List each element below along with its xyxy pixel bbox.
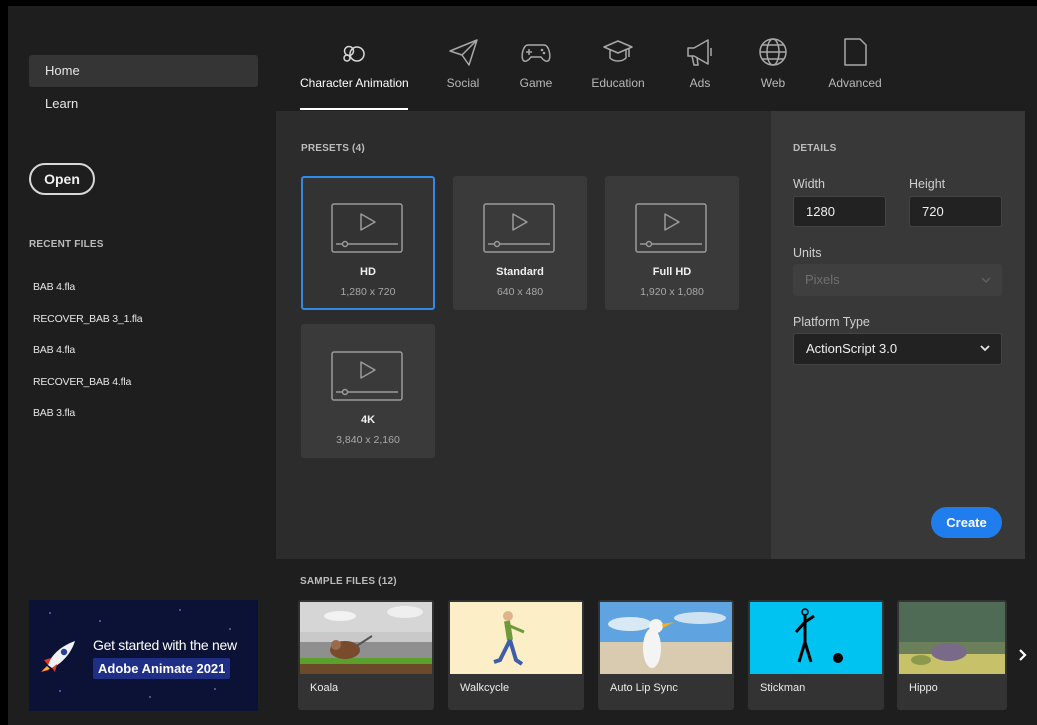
paper-plane-icon [449, 39, 478, 66]
chevron-right-icon[interactable] [1015, 646, 1031, 664]
platform-type-value: ActionScript 3.0 [806, 341, 898, 356]
tab-label: Social [446, 76, 480, 90]
sample-label: Koala [310, 682, 339, 694]
rocket-icon [41, 641, 75, 672]
recent-files-list: BAB 4.fla RECOVER_BAB 3_1.fla BAB 4.fla … [33, 281, 143, 439]
tab-label: Ads [689, 76, 711, 90]
tab-social[interactable]: Social [443, 36, 483, 110]
platform-type-label: Platform Type [793, 315, 870, 329]
tab-education[interactable]: Education [588, 36, 648, 110]
tab-game[interactable]: Game [516, 36, 556, 110]
video-preset-icon [331, 351, 403, 401]
presets-title: PRESETS (4) [301, 143, 365, 154]
preset-name: 4K [360, 414, 376, 426]
preset-card-hd[interactable]: HD 1,280 x 720 [301, 176, 435, 310]
chevron-down-icon [980, 345, 990, 352]
recent-file-item[interactable]: BAB 4.fla [33, 281, 142, 313]
auto-lip-sync-thumbnail [600, 602, 732, 674]
units-label: Units [793, 246, 822, 260]
document-icon [844, 38, 867, 66]
height-label: Height [909, 177, 946, 191]
open-button[interactable]: Open [29, 163, 95, 195]
sample-files-title: SAMPLE FILES (12) [300, 576, 397, 587]
preset-card-full-hd[interactable]: Full HD 1,920 x 1,080 [605, 176, 739, 310]
promo-product: Adobe Animate 2021 [93, 658, 231, 679]
recent-files-title: RECENT FILES [29, 239, 104, 250]
tab-label: Advanced [828, 76, 882, 90]
sample-label: Walkcycle [460, 682, 510, 694]
sample-card-stickman[interactable]: Stickman [748, 600, 884, 710]
recent-file-item[interactable]: RECOVER_BAB 4.fla [33, 376, 142, 408]
preset-card-4k[interactable]: 4K 3,840 x 2,160 [301, 324, 435, 458]
preset-size: 640 x 480 [496, 286, 544, 298]
walkcycle-thumbnail [450, 602, 582, 674]
details-title: DETAILS [793, 143, 837, 154]
sample-label: Hippo [909, 682, 938, 694]
video-preset-icon [483, 203, 555, 253]
tab-ads[interactable]: Ads [683, 36, 717, 110]
units-select: Pixels [793, 264, 1002, 296]
megaphone-icon [687, 39, 712, 66]
sample-card-koala[interactable]: Koala [298, 600, 434, 710]
preset-card-standard[interactable]: Standard 640 x 480 [453, 176, 587, 310]
koala-thumbnail [300, 602, 432, 674]
sample-card-auto-lip-sync[interactable]: Auto Lip Sync [598, 600, 734, 710]
chevron-down-icon [981, 277, 991, 284]
tab-label: Game [519, 76, 553, 90]
promo-text: Get started with the new [93, 637, 237, 653]
preset-size: 3,840 x 2,160 [336, 434, 400, 446]
sample-card-hippo[interactable]: Hippo [897, 600, 1007, 710]
sample-label: Auto Lip Sync [610, 682, 678, 694]
width-label: Width [793, 177, 825, 191]
preset-name: HD [360, 266, 376, 278]
width-input[interactable] [793, 196, 886, 227]
stickman-thumbnail [750, 602, 882, 674]
sample-label: Stickman [760, 682, 806, 694]
nav-learn[interactable]: Learn [29, 88, 258, 120]
tab-label: Education [591, 76, 645, 90]
preset-size: 1,920 x 1,080 [640, 286, 704, 298]
preset-size: 1,280 x 720 [340, 286, 396, 298]
height-input[interactable] [909, 196, 1002, 227]
graduation-cap-icon [603, 40, 633, 62]
tab-character-animation[interactable]: Character Animation [300, 36, 409, 110]
sample-card-walkcycle[interactable]: Walkcycle [448, 600, 584, 710]
recent-file-item[interactable]: RECOVER_BAB 3_1.fla [33, 313, 143, 345]
nav-home[interactable]: Home [29, 55, 258, 87]
video-preset-icon [635, 203, 707, 253]
units-value: Pixels [805, 272, 840, 287]
preset-name: Standard [496, 266, 544, 278]
tab-label: Character Animation [300, 76, 409, 90]
tab-label: Web [760, 76, 786, 90]
recent-file-item[interactable]: BAB 3.fla [33, 407, 142, 439]
globe-icon [759, 38, 787, 66]
recent-file-item[interactable]: BAB 4.fla [33, 344, 142, 376]
hippo-thumbnail [899, 602, 1005, 674]
tab-advanced[interactable]: Advanced [828, 36, 882, 110]
character-animation-icon [343, 45, 365, 62]
gamepad-icon [521, 44, 551, 62]
promo-banner[interactable]: Get started with the new Adobe Animate 2… [29, 600, 258, 711]
tab-web[interactable]: Web [756, 36, 790, 110]
platform-type-select[interactable]: ActionScript 3.0 [793, 333, 1002, 365]
create-button[interactable]: Create [931, 507, 1002, 538]
video-preset-icon [331, 203, 403, 253]
preset-name: Full HD [652, 266, 692, 278]
